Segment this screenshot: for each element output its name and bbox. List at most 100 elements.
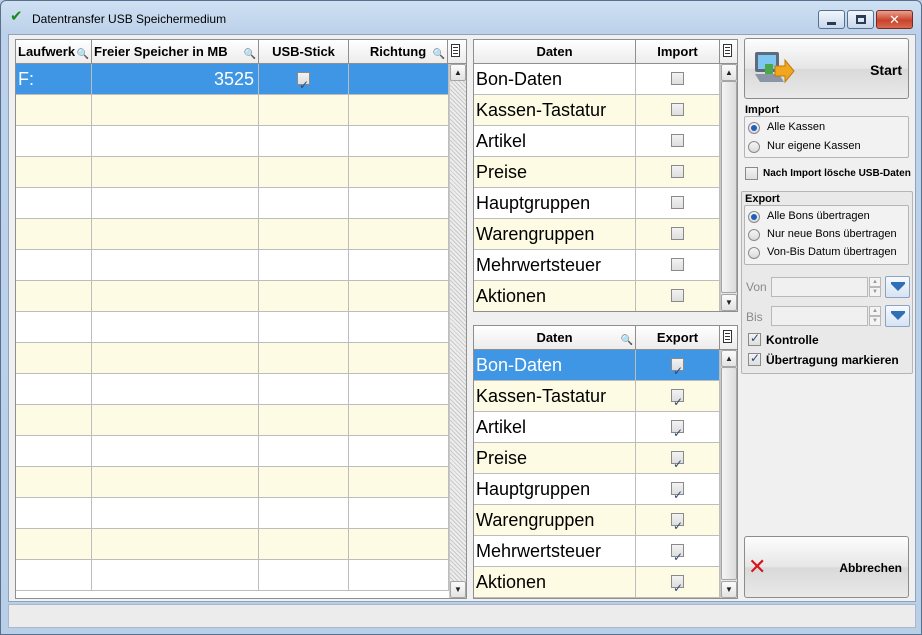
- col-laufwerk[interactable]: Laufwerk 🔍: [16, 40, 92, 64]
- export-grid-scrollbar[interactable]: ▲ ▼: [720, 350, 737, 598]
- export-checkbox[interactable]: [671, 387, 684, 411]
- spin-down-icon[interactable]: ▼: [869, 316, 881, 326]
- radio-option[interactable]: [748, 141, 760, 153]
- column-chooser-button[interactable]: [720, 40, 737, 64]
- checkbox-cell[interactable]: [636, 126, 720, 156]
- checkbox-cell[interactable]: [636, 505, 720, 535]
- checkbox-cell[interactable]: [636, 219, 720, 249]
- scroll-down-button[interactable]: ▼: [721, 294, 737, 311]
- list-item[interactable]: Bon-Daten: [474, 64, 720, 95]
- checkbox-cell[interactable]: [636, 188, 720, 218]
- col-export[interactable]: Export: [636, 326, 720, 350]
- checkbox-cell[interactable]: [636, 381, 720, 411]
- export-checkbox[interactable]: [671, 480, 684, 504]
- col-import[interactable]: Import: [636, 40, 720, 64]
- von-date-field[interactable]: [771, 277, 868, 297]
- radio-option[interactable]: [748, 247, 760, 259]
- drive-grid-scrollbar[interactable]: ▲ ▼: [449, 64, 466, 598]
- import-checkbox[interactable]: [671, 196, 684, 209]
- checkbox-cell[interactable]: [636, 250, 720, 280]
- drive-row[interactable]: F: 3525: [16, 64, 449, 95]
- export-checkbox[interactable]: [671, 573, 684, 597]
- export-checkbox[interactable]: [671, 418, 684, 442]
- checkbox-cell[interactable]: [636, 412, 720, 442]
- list-item[interactable]: Aktionen: [474, 281, 720, 311]
- uebertragung-checkbox[interactable]: [748, 351, 761, 366]
- scroll-down-button[interactable]: ▼: [450, 581, 466, 598]
- von-spinner[interactable]: ▲ ▼: [869, 277, 881, 297]
- col-freier-speicher[interactable]: Freier Speicher in MB 🔍: [92, 40, 259, 64]
- col-daten[interactable]: Daten 🔍: [474, 326, 636, 350]
- list-item[interactable]: Kassen-Tastatur: [474, 381, 720, 412]
- title-bar[interactable]: ✔ Datentransfer USB Speichermedium ✕: [1, 1, 921, 35]
- free-space[interactable]: 3525: [92, 64, 259, 94]
- bis-calendar-dropdown[interactable]: [885, 305, 910, 327]
- spin-up-icon[interactable]: ▲: [869, 306, 881, 316]
- checkbox-cell[interactable]: [636, 281, 720, 311]
- checkbox-cell[interactable]: [636, 64, 720, 94]
- export-checkbox[interactable]: [671, 511, 684, 535]
- import-checkbox[interactable]: [671, 165, 684, 178]
- export-checkbox[interactable]: [671, 449, 684, 473]
- import-checkbox[interactable]: [671, 103, 684, 116]
- import-grid-scrollbar[interactable]: ▲ ▼: [720, 64, 737, 311]
- list-item[interactable]: Warengruppen: [474, 505, 720, 536]
- list-item[interactable]: Preise: [474, 443, 720, 474]
- delete-after-import-checkbox[interactable]: [745, 167, 758, 180]
- scroll-up-button[interactable]: ▲: [721, 64, 737, 81]
- list-item[interactable]: Bon-Daten: [474, 350, 720, 381]
- checkbox-cell[interactable]: [636, 350, 720, 380]
- list-item[interactable]: Aktionen: [474, 567, 720, 598]
- list-item[interactable]: Artikel: [474, 412, 720, 443]
- col-daten[interactable]: Daten: [474, 40, 636, 64]
- scroll-thumb[interactable]: [721, 81, 737, 293]
- list-item[interactable]: Hauptgruppen: [474, 474, 720, 505]
- checkbox-cell[interactable]: [636, 443, 720, 473]
- scroll-thumb[interactable]: [721, 367, 737, 580]
- radio-option[interactable]: [748, 229, 760, 241]
- import-checkbox[interactable]: [671, 258, 684, 271]
- spin-down-icon[interactable]: ▼: [869, 287, 881, 297]
- checkbox-cell[interactable]: [636, 95, 720, 125]
- checkbox-cell[interactable]: [636, 157, 720, 187]
- minimize-button[interactable]: [818, 10, 845, 29]
- checkbox-cell[interactable]: [636, 567, 720, 597]
- bis-spinner[interactable]: ▲ ▼: [869, 306, 881, 326]
- export-checkbox[interactable]: [671, 356, 684, 380]
- spin-up-icon[interactable]: ▲: [869, 277, 881, 287]
- list-item[interactable]: Kassen-Tastatur: [474, 95, 720, 126]
- von-calendar-dropdown[interactable]: [885, 276, 910, 298]
- list-item[interactable]: Warengruppen: [474, 219, 720, 250]
- export-checkbox[interactable]: [671, 542, 684, 566]
- close-button[interactable]: ✕: [876, 10, 913, 29]
- col-usb-stick[interactable]: USB-Stick: [259, 40, 349, 64]
- list-item[interactable]: Mehrwertsteuer: [474, 250, 720, 281]
- usb-stick-checkbox[interactable]: [297, 70, 310, 94]
- list-item[interactable]: Mehrwertsteuer: [474, 536, 720, 567]
- column-chooser-button[interactable]: [448, 40, 466, 64]
- start-button[interactable]: Start: [744, 38, 909, 99]
- radio-option[interactable]: [748, 211, 760, 223]
- col-richtung[interactable]: Richtung 🔍: [349, 40, 448, 64]
- import-checkbox[interactable]: [671, 227, 684, 240]
- cancel-button[interactable]: ✕ Abbrechen: [744, 536, 909, 598]
- kontrolle-checkbox[interactable]: [748, 331, 761, 346]
- list-item[interactable]: Preise: [474, 157, 720, 188]
- bis-date-field[interactable]: [771, 306, 868, 326]
- drive-letter[interactable]: F:: [16, 64, 92, 94]
- list-item[interactable]: Artikel: [474, 126, 720, 157]
- import-checkbox[interactable]: [671, 72, 684, 85]
- checkbox-cell[interactable]: [636, 536, 720, 566]
- import-checkbox[interactable]: [671, 289, 684, 302]
- scroll-up-button[interactable]: ▲: [450, 64, 466, 81]
- radio-option[interactable]: [748, 122, 760, 134]
- import-checkbox[interactable]: [671, 134, 684, 147]
- scroll-up-button[interactable]: ▲: [721, 350, 737, 367]
- scroll-down-button[interactable]: ▼: [721, 581, 737, 598]
- usb-stick-cell[interactable]: [259, 64, 349, 94]
- direction[interactable]: [349, 64, 449, 94]
- checkbox-cell[interactable]: [636, 474, 720, 504]
- list-item[interactable]: Hauptgruppen: [474, 188, 720, 219]
- column-chooser-button[interactable]: [720, 326, 737, 350]
- maximize-button[interactable]: [847, 10, 874, 29]
